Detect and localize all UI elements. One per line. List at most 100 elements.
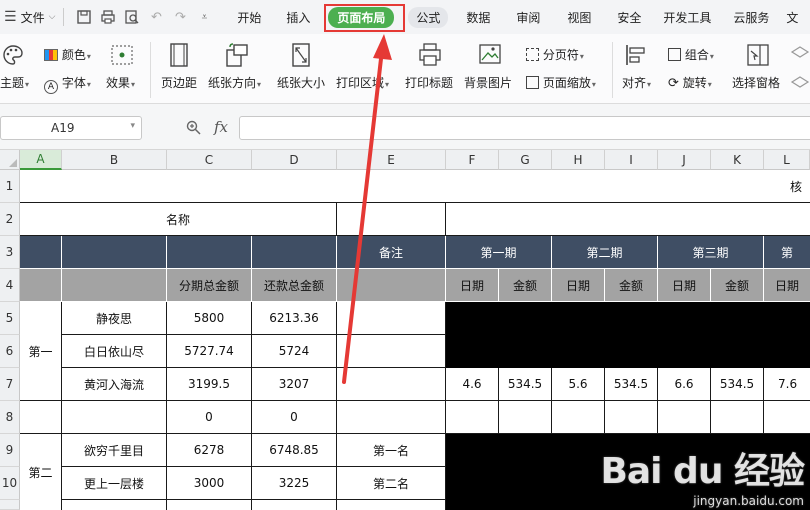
selection-pane-icon[interactable] [746,43,770,67]
cell-installment[interactable]: 6278 [167,434,252,467]
orientation-button[interactable]: 纸张方向▾ [208,74,261,91]
cell-a8[interactable] [20,401,62,434]
cell-empty[interactable] [764,401,810,434]
cell-installment[interactable]: 3000 [167,467,252,500]
row-header-3[interactable]: 3 [0,236,20,269]
print-titles-icon[interactable] [418,42,442,68]
column-header-c[interactable]: C [167,150,252,170]
cell-partial[interactable] [62,500,167,510]
tab-security[interactable]: 安全 [604,0,654,34]
column-header-d[interactable]: D [252,150,337,170]
column-header-f[interactable]: F [446,150,499,170]
name-box[interactable]: A19 ▾ [0,116,142,140]
group-button[interactable]: 组合▾ [668,46,714,63]
tab-cloud-services[interactable]: 云服务 [720,0,782,34]
cell-note[interactable] [337,302,446,335]
row-header-4[interactable]: 4 [0,269,20,302]
cell-a3[interactable] [20,236,62,269]
cell-empty[interactable] [658,401,711,434]
paper-size-icon[interactable] [290,42,312,68]
paper-size-button[interactable]: 纸张大小 [277,74,325,91]
cell-installment[interactable]: 0 [167,401,252,434]
cell-name-header[interactable]: 名称 [20,203,337,236]
cell-item-name[interactable]: 欲穷千里目 [62,434,167,467]
tab-formulas[interactable]: 公式 [402,0,454,34]
cell-date-header[interactable]: 日期 [658,269,711,302]
cell-group-1[interactable]: 第一 [20,302,62,401]
cell-empty[interactable] [499,401,552,434]
tab-review[interactable]: 审阅 [502,0,554,34]
rotate-button[interactable]: ⟳ 旋转▾ [668,74,712,91]
column-header-k[interactable]: K [711,150,764,170]
cell-period-3[interactable]: 第三期 [658,236,764,269]
orientation-icon[interactable] [224,42,250,68]
print-preview-icon[interactable] [122,7,142,27]
select-all-corner[interactable] [0,150,20,170]
cell-b4[interactable] [62,269,167,302]
cell-amount-header[interactable]: 金额 [605,269,658,302]
cell-partial[interactable] [167,500,252,510]
cell-empty[interactable] [446,401,499,434]
cell-period-2[interactable]: 第二期 [552,236,658,269]
column-header-b[interactable]: B [62,150,167,170]
background-image-button[interactable]: 背景图片 [464,74,512,91]
theme-button[interactable]: 主题▾ [0,74,29,91]
cell-empty[interactable] [552,401,605,434]
formula-input[interactable] [239,116,810,140]
cell-total-repayment[interactable]: 还款总金额 [252,269,337,302]
row-header-7[interactable]: 7 [0,368,20,401]
font-button[interactable]: A 字体▾ [44,74,91,94]
column-header-h[interactable]: H [552,150,605,170]
cell-date[interactable]: 7.6 [764,368,810,401]
cell-item-name[interactable]: 静夜思 [62,302,167,335]
undo-icon[interactable]: ↶ [146,7,166,27]
cell-installment[interactable]: 5727.74 [167,335,252,368]
cell-installment[interactable]: 5800 [167,302,252,335]
cell-date-header[interactable]: 日期 [446,269,499,302]
column-header-l[interactable]: L [764,150,810,170]
row-header-partial[interactable] [0,500,20,510]
cell-group-2[interactable]: 第二 [20,434,62,510]
row-header-10[interactable]: 10 [0,467,20,500]
cell-total-installment[interactable]: 分期总金额 [167,269,252,302]
save-icon[interactable] [74,7,94,27]
file-menu[interactable]: ☰ 文件 ⌵ [0,9,63,26]
zoom-search-icon[interactable] [186,120,201,139]
color-button[interactable]: 颜色▾ [44,46,91,63]
palette-icon[interactable] [2,44,24,66]
cell-e4[interactable] [337,269,446,302]
column-header-a[interactable]: A [20,150,62,170]
cell-item-name[interactable]: 白日依山尽 [62,335,167,368]
cell-note[interactable] [337,335,446,368]
cell-date-header[interactable]: 日期 [552,269,605,302]
cell-item-name[interactable]: 更上一层楼 [62,467,167,500]
layer-icon[interactable] [790,74,810,94]
cell-amount[interactable]: 534.5 [605,368,658,401]
selection-pane-button[interactable]: 选择窗格 [732,74,780,91]
row-header-5[interactable]: 5 [0,302,20,335]
cell-note[interactable] [337,368,446,401]
margins-button[interactable]: 页边距 [161,74,197,91]
cell-black-fill[interactable] [446,302,810,368]
cell-repayment[interactable]: 5724 [252,335,337,368]
cell-empty[interactable] [605,401,658,434]
cell-installment[interactable]: 3199.5 [167,368,252,401]
cell-repayment[interactable]: 3225 [252,467,337,500]
cell-period-4[interactable]: 第 [764,236,810,269]
cell-item-name[interactable] [62,401,167,434]
cell-b3[interactable] [62,236,167,269]
column-header-i[interactable]: I [605,150,658,170]
cell-note[interactable]: 第一名 [337,434,446,467]
effects-button[interactable]: 效果▾ [106,74,135,91]
cell-date[interactable]: 5.6 [552,368,605,401]
cell-c3[interactable] [167,236,252,269]
cell-empty[interactable] [711,401,764,434]
cell-note[interactable]: 第二名 [337,467,446,500]
column-header-e[interactable]: E [337,150,446,170]
cell-amount-header[interactable]: 金额 [499,269,552,302]
row-header-9[interactable]: 9 [0,434,20,467]
cell-d3[interactable] [252,236,337,269]
tab-more[interactable]: 文 [782,0,802,34]
cell-date-header[interactable]: 日期 [764,269,810,302]
customize-toolbar-icon[interactable]: ⩡ [194,7,214,27]
